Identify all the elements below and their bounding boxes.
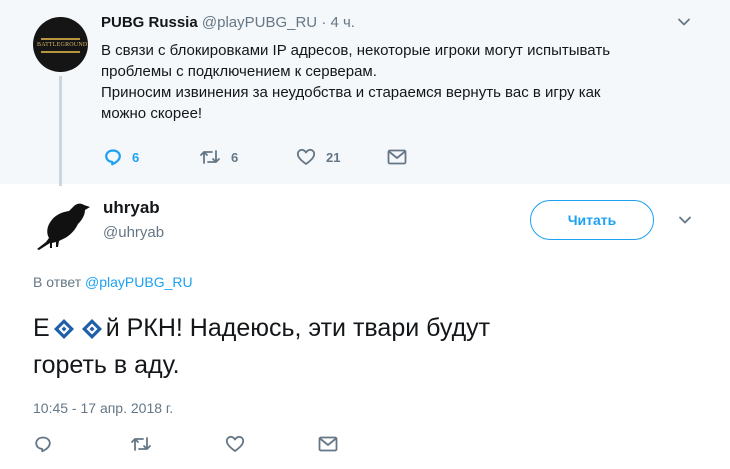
rkn-logo-icon [53, 318, 74, 339]
like-button[interactable]: 21 [296, 146, 340, 168]
retweet-button[interactable]: 6 [199, 146, 238, 168]
envelope-icon [387, 149, 407, 165]
reply-button[interactable]: 6 [104, 146, 139, 168]
parent-tweet[interactable]: BATTLEGROUNDS PUBG Russia @playPUBG_RU ·… [0, 0, 730, 186]
chevron-down-icon[interactable] [677, 212, 693, 228]
like-button[interactable] [225, 433, 245, 455]
thread-line [59, 76, 62, 186]
tweet-timestamp[interactable]: 10:45 - 17 апр. 2018 г. [33, 400, 173, 416]
tweet-text-line: В связи с блокировками IP адресов, некот… [101, 42, 611, 59]
tweet-actions: 6 6 21 [104, 146, 424, 168]
chevron-down-icon[interactable] [676, 14, 692, 30]
author-handle[interactable]: @uhryab [103, 224, 164, 241]
rkn-logo-icon [81, 318, 102, 339]
tweet-text-line: Е й РКН! Надеюсь, эти твари будут [33, 310, 673, 347]
reply-to-mention[interactable]: @playPUBG_RU [85, 274, 193, 290]
logo-bar [41, 51, 80, 53]
tweet-text-line: можно скорее! [101, 105, 203, 122]
retweet-count: 6 [231, 149, 239, 165]
reply-count: 6 [132, 149, 140, 165]
author-name[interactable]: uhryab [103, 198, 160, 218]
tweet-text: В связи с блокировками IP адресов, некот… [101, 40, 701, 124]
heart-icon [225, 435, 245, 452]
logo-bar [41, 38, 80, 40]
retweet-icon [200, 150, 220, 164]
tweet-text: Е й РКН! Надеюсь, эти твари будут гореть… [33, 310, 673, 384]
tweet-actions [34, 433, 354, 455]
retweet-icon [131, 437, 151, 451]
tweet-time[interactable]: · 4 ч. [321, 14, 355, 31]
reply-icon [35, 436, 51, 453]
tweet-text-rest: й РКН! Надеюсь, эти твари будут [105, 314, 491, 342]
avatar[interactable] [34, 198, 92, 253]
author-handle[interactable]: @playPUBG_RU [202, 14, 317, 31]
reply-to-prefix: В ответ [33, 274, 82, 290]
tweet-text-line: Приносим извинения за неудобства и стара… [101, 84, 601, 101]
follow-button[interactable]: Читать [530, 200, 654, 240]
tweet-text-line: гореть в аду. [33, 351, 180, 379]
like-count: 21 [326, 149, 341, 165]
message-button[interactable] [318, 433, 338, 455]
tweet-text-line: проблемы с подключением к серверам. [101, 63, 377, 80]
envelope-icon [318, 436, 338, 452]
reply-icon [105, 149, 121, 166]
message-button[interactable] [387, 146, 407, 168]
reply-context: В ответ @playPUBG_RU [33, 274, 193, 290]
tweet-text-start: Е [33, 314, 50, 342]
retweet-button[interactable] [130, 433, 152, 455]
heart-icon [296, 148, 316, 165]
avatar-logo-text: BATTLEGROUNDS [37, 42, 88, 48]
tweet-header: PUBG Russia @playPUBG_RU · 4 ч. [101, 14, 355, 31]
avatar[interactable]: BATTLEGROUNDS [33, 17, 88, 72]
author-name[interactable]: PUBG Russia [101, 14, 198, 31]
reply-button[interactable] [34, 433, 52, 455]
